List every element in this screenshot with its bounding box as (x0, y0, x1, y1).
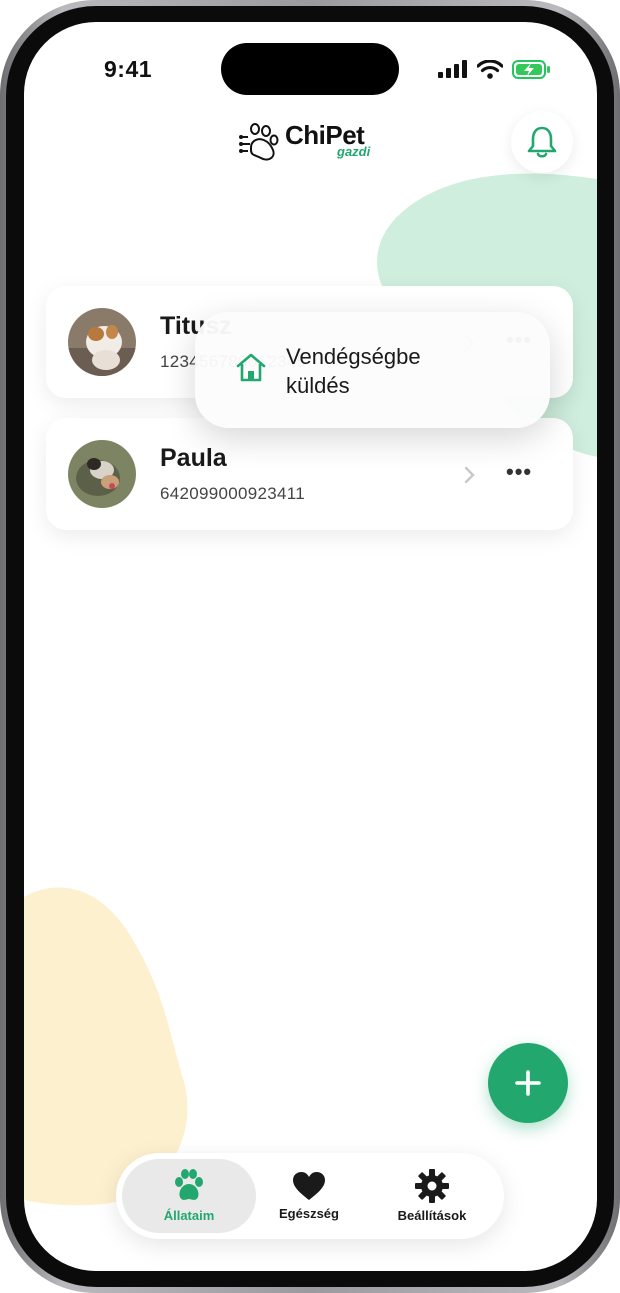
nav-label: Beállítások (397, 1208, 467, 1223)
paw-icon (175, 1169, 203, 1200)
status-icons (438, 58, 550, 80)
pet-avatar (68, 440, 136, 508)
add-pet-button[interactable] (488, 1043, 568, 1123)
bottom-navigation: Állataim Egészség Beállítások (116, 1153, 504, 1239)
nav-tab-animals[interactable]: Állataim (122, 1159, 256, 1233)
logo-subtitle: gazdi (337, 144, 371, 159)
more-icon[interactable]: ••• (506, 459, 532, 485)
send-as-guest-menu-item[interactable]: Vendégségbe küldés (195, 312, 550, 428)
signal-icon (438, 60, 467, 78)
paw-circuit-logo-icon (239, 123, 279, 161)
pet-context-menu: Vendégségbe küldés (195, 312, 550, 428)
chevron-right-icon[interactable] (464, 466, 476, 484)
gear-icon (415, 1169, 449, 1203)
pet-card[interactable]: Paula 642099000923411 ••• (46, 418, 573, 530)
pet-name: Paula (160, 444, 227, 472)
chipet-logo: ChiPet gazdi (239, 120, 389, 164)
battery-icon (512, 59, 550, 79)
wifi-icon (477, 59, 503, 79)
menu-item-label: Vendégségbe küldés (286, 344, 421, 398)
bell-icon (527, 126, 557, 158)
nav-tab-settings[interactable]: Beállítások (365, 1159, 499, 1233)
pet-avatar (68, 308, 136, 376)
status-time: 9:41 (104, 56, 153, 82)
plus-icon (515, 1070, 541, 1096)
nav-label: Állataim (163, 1208, 215, 1223)
nav-tab-health[interactable]: Egészség (242, 1159, 376, 1233)
pet-chip-number: 642099000923411 (160, 484, 306, 503)
screen: 9:41 ChiPet gazdi Titusz Paula 642099000… (24, 22, 597, 1271)
notifications-button[interactable] (511, 111, 573, 173)
nav-label: Egészség (279, 1206, 339, 1221)
dynamic-island (221, 43, 399, 95)
heart-icon (293, 1172, 325, 1200)
home-icon (236, 353, 266, 382)
